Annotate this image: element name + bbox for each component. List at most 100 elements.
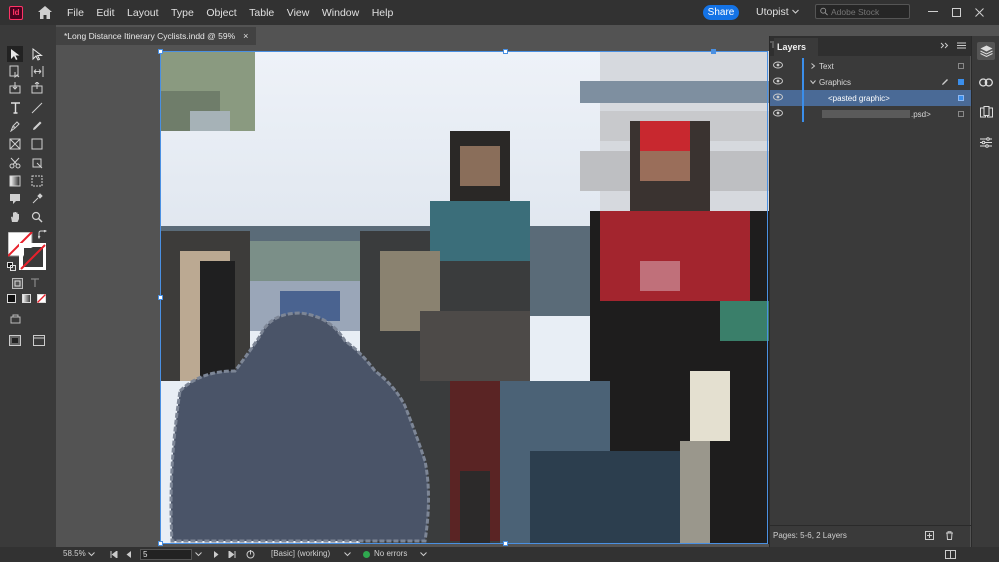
eye-icon[interactable] (773, 77, 783, 85)
delete-layer-icon[interactable] (945, 531, 954, 540)
menu-object[interactable]: Object (206, 7, 236, 19)
resize-handle-top-right-ref[interactable] (711, 49, 716, 54)
links-panel-icon[interactable] (977, 73, 995, 91)
layer-select-square[interactable] (958, 95, 964, 101)
eye-icon[interactable] (773, 109, 783, 117)
chevron-down-icon[interactable] (420, 551, 427, 557)
layer-row-psd[interactable]: .psd> (770, 106, 971, 122)
properties-panel-icon[interactable] (977, 133, 995, 151)
pen-icon[interactable] (941, 78, 949, 86)
layer-select-square[interactable] (958, 79, 964, 85)
layers-tab[interactable]: Layers (774, 38, 818, 56)
workspace-switcher[interactable]: Utopist (756, 6, 789, 18)
pen-tool[interactable] (7, 118, 23, 134)
rectangle-frame-tool[interactable] (7, 136, 23, 152)
eyedropper-tool[interactable] (29, 191, 45, 207)
close-window-button[interactable] (972, 5, 986, 19)
share-button[interactable]: Share (703, 5, 739, 20)
pages-panel-icon[interactable] (977, 103, 995, 121)
default-fill-stroke-icon[interactable] (5, 260, 17, 272)
layers-panel-icon[interactable] (977, 42, 995, 60)
screen-mode-icon[interactable] (31, 332, 47, 348)
menu-window[interactable]: Window (322, 7, 359, 19)
page-tool[interactable] (7, 63, 23, 79)
free-transform-tool[interactable] (29, 155, 45, 171)
resize-handle-top[interactable] (503, 49, 508, 54)
scissors-tool[interactable] (7, 155, 23, 171)
apply-color-icon[interactable] (5, 292, 17, 304)
maximize-button[interactable] (949, 5, 963, 19)
document-tab[interactable]: *Long Distance Itinerary Cyclists.indd @… (56, 27, 256, 45)
hand-tool[interactable] (7, 209, 23, 225)
open-page-icon[interactable] (246, 550, 255, 559)
minimize-button[interactable] (926, 5, 940, 19)
previous-page-icon[interactable] (126, 551, 132, 558)
layer-select-square[interactable] (958, 63, 964, 69)
fill-stroke-swatch[interactable] (7, 231, 47, 271)
pencil-tool[interactable] (29, 118, 45, 134)
double-chevron-icon[interactable] (940, 42, 949, 49)
apply-gradient-icon[interactable] (20, 292, 32, 304)
menu-type[interactable]: Type (171, 7, 194, 19)
first-page-icon[interactable] (110, 551, 118, 558)
panel-menu-icon[interactable] (957, 42, 966, 49)
gradient-feather-tool[interactable] (29, 173, 45, 189)
chevron-down-icon[interactable] (88, 551, 95, 557)
edit-quick-mask-icon[interactable] (7, 311, 23, 327)
eye-icon[interactable] (773, 61, 783, 69)
workflow-style[interactable]: [Basic] (working) (271, 549, 330, 558)
apply-none-icon[interactable] (35, 292, 47, 304)
adobe-stock-search[interactable] (815, 4, 910, 19)
zoom-level[interactable]: 58.5% (63, 549, 86, 558)
chevron-down-icon[interactable] (344, 551, 351, 557)
swap-fill-stroke-icon[interactable] (36, 228, 48, 240)
gradient-swatch-tool[interactable] (7, 173, 23, 189)
last-page-icon[interactable] (228, 551, 236, 558)
gap-tool[interactable] (29, 63, 45, 79)
menu-help[interactable]: Help (372, 7, 394, 19)
pasted-graphic-frame[interactable] (160, 51, 769, 544)
menu-edit[interactable]: Edit (96, 7, 114, 19)
pasteboard[interactable] (56, 45, 769, 547)
eye-icon[interactable] (773, 93, 783, 101)
chevron-right-icon[interactable] (810, 63, 816, 69)
formatting-text-icon[interactable] (27, 275, 43, 291)
content-collector-tool[interactable] (7, 80, 23, 96)
formatting-container-icon[interactable] (9, 275, 25, 291)
stock-search-input[interactable] (831, 6, 909, 17)
chevron-down-icon[interactable] (792, 7, 799, 18)
resize-handle-top-left[interactable] (158, 49, 163, 54)
next-page-icon[interactable] (213, 551, 219, 558)
resize-handle-bottom[interactable] (503, 541, 508, 546)
layer-row-text[interactable]: Text (770, 58, 971, 74)
layer-row-pasted-graphic[interactable]: <pasted graphic> (770, 90, 971, 106)
note-tool[interactable] (7, 191, 23, 207)
content-placer-tool[interactable] (29, 80, 45, 96)
home-icon[interactable] (37, 5, 53, 21)
preflight-status-icon (363, 551, 370, 558)
menu-file[interactable]: File (67, 7, 84, 19)
direct-selection-tool[interactable] (29, 46, 45, 62)
type-tool[interactable] (7, 100, 23, 116)
split-window-icon[interactable] (945, 550, 956, 559)
layer-select-square[interactable] (958, 111, 964, 117)
chevron-down-icon[interactable] (195, 551, 202, 557)
page-number-field[interactable]: 5 (140, 549, 192, 560)
zoom-tool[interactable] (29, 209, 45, 225)
normal-view-mode-icon[interactable] (7, 332, 23, 348)
resize-handle-bottom-left[interactable] (158, 541, 163, 546)
new-layer-icon[interactable] (925, 531, 934, 540)
document-tab-title: *Long Distance Itinerary Cyclists.indd @… (64, 31, 236, 41)
menu-layout[interactable]: Layout (127, 7, 159, 19)
panel-dock (971, 36, 999, 547)
menu-view[interactable]: View (287, 7, 310, 19)
close-icon[interactable]: × (243, 31, 248, 41)
selection-tool[interactable] (7, 46, 23, 62)
rectangle-tool[interactable] (29, 136, 45, 152)
layer-row-graphics[interactable]: Graphics (770, 74, 971, 90)
line-tool[interactable] (29, 100, 45, 116)
resize-handle-left[interactable] (158, 295, 163, 300)
preflight-status[interactable]: No errors (374, 549, 407, 558)
menu-table[interactable]: Table (249, 7, 274, 19)
chevron-down-icon[interactable] (810, 79, 816, 85)
